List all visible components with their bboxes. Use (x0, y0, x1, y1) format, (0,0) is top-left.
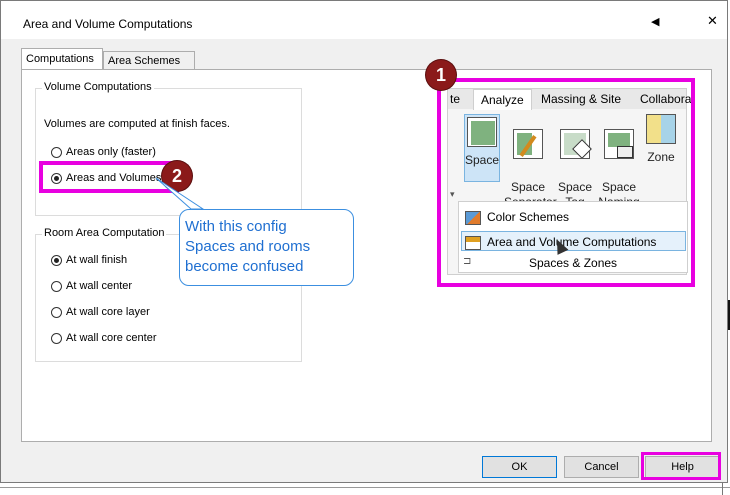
radio-label: At wall center (66, 280, 133, 292)
help-highlight-box (641, 452, 721, 480)
help-icon[interactable]: ◀ (651, 15, 659, 28)
tab-computations[interactable]: Computations (21, 48, 103, 69)
callout-line: become confused (185, 258, 304, 275)
radio-label: At wall core layer (66, 306, 150, 318)
annotation-callout: With this config Spaces and rooms become… (179, 209, 354, 286)
radio-circle[interactable] (51, 332, 62, 344)
radio-label: Areas only (faster) (66, 146, 156, 158)
radio-at-wall-core-center[interactable]: At wall core center (51, 330, 156, 346)
radio-label: At wall finish (66, 254, 128, 266)
background-line (0, 487, 730, 488)
volume-group-title: Volume Computations (42, 81, 154, 93)
title-bar: Area and Volume Computations ◀ ✕ (1, 1, 727, 39)
cancel-button[interactable]: Cancel (564, 456, 639, 478)
dialog-title: Area and Volume Computations (23, 17, 193, 31)
volume-description: Volumes are computed at finish faces. (44, 118, 230, 130)
tab-area-schemes[interactable]: Area Schemes (103, 51, 195, 69)
radio-label: At wall core center (66, 332, 157, 344)
radio-circle[interactable] (51, 254, 62, 266)
radio-circle[interactable] (51, 146, 62, 158)
room-area-group-title: Room Area Computation (42, 227, 167, 239)
radio-at-wall-core-layer[interactable]: At wall core layer (51, 304, 150, 320)
callout-line: With this config (185, 218, 287, 235)
radio-circle[interactable] (51, 280, 62, 292)
ok-button[interactable]: OK (482, 456, 557, 478)
callout-line: Spaces and rooms (185, 238, 311, 255)
area-volume-dialog: Area and Volume Computations ◀ ✕ Area Sc… (0, 0, 728, 483)
radio-areas-only[interactable]: Areas only (faster) (51, 144, 156, 160)
radio-circle[interactable] (51, 306, 62, 318)
radio-at-wall-finish[interactable]: At wall finish (51, 252, 127, 268)
annotation-badge-1: 1 (426, 60, 456, 90)
radio-at-wall-center[interactable]: At wall center (51, 278, 132, 294)
ribbon-highlight-box (437, 78, 695, 287)
close-icon[interactable]: ✕ (707, 13, 718, 29)
